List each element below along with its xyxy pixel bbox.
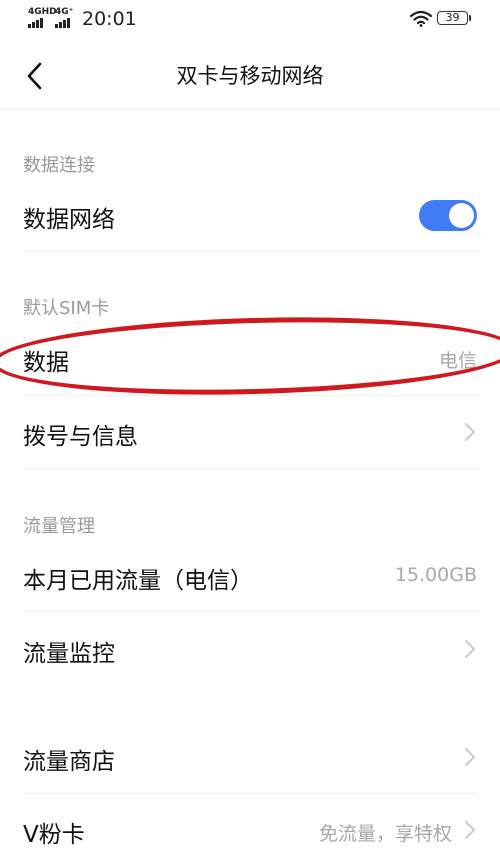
v-fan-card-label: V粉卡 [23, 822, 85, 848]
section-heading-data-connection: 数据连接 [23, 155, 95, 176]
signal-1-indicator: 4GHD [28, 8, 57, 28]
divider [23, 793, 477, 794]
divider [23, 468, 477, 469]
annotation-highlight-ellipse [0, 311, 500, 401]
v-fan-card-value: 免流量，享特权 [318, 823, 452, 845]
divider [23, 611, 477, 612]
chevron-right-icon [465, 748, 475, 766]
chevron-right-icon [465, 423, 475, 441]
section-heading-traffic: 流量管理 [23, 516, 95, 537]
battery-level: 39 [445, 11, 460, 24]
dial-and-message-label: 拨号与信息 [23, 424, 138, 450]
battery-icon: 39 [437, 11, 471, 25]
status-bar: 4GHD 4G⁺ 20:01 39 [0, 0, 500, 40]
divider [23, 251, 477, 252]
network-type-2: 4G⁺ [55, 7, 74, 17]
signal-bars-icon [55, 18, 73, 28]
network-type-1: 4GHD [28, 7, 57, 17]
wifi-icon [410, 10, 432, 27]
divider [23, 395, 477, 396]
toggle-knob [449, 203, 474, 228]
data-network-toggle[interactable] [419, 200, 477, 231]
section-heading-default-sim: 默认SIM卡 [23, 298, 110, 319]
signal-2-indicator: 4G⁺ [55, 8, 73, 28]
data-network-label: 数据网络 [23, 207, 115, 233]
traffic-monitor-label: 流量监控 [23, 641, 115, 667]
navigation-bar: 双卡与移动网络 [0, 40, 500, 110]
monthly-usage-value: 15.00GB [394, 564, 477, 586]
monthly-usage-label: 本月已用流量（电信） [23, 568, 253, 594]
page-title: 双卡与移动网络 [176, 64, 324, 88]
chevron-right-icon [465, 821, 475, 839]
chevron-right-icon [465, 640, 475, 658]
status-time: 20:01 [82, 8, 137, 30]
signal-bars-icon [28, 18, 57, 28]
traffic-store-label: 流量商店 [23, 749, 115, 775]
